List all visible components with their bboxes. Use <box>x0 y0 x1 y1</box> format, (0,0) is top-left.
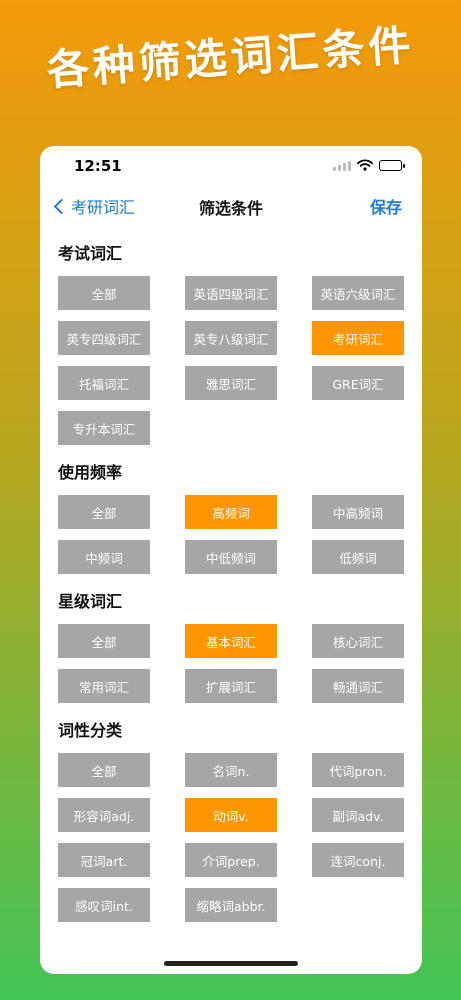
wifi-icon <box>357 159 373 171</box>
filter-option[interactable]: 托福词汇 <box>58 366 150 400</box>
cellular-signal-icon <box>333 160 351 171</box>
save-button[interactable]: 保存 <box>370 194 402 218</box>
status-time: 12:51 <box>74 157 122 175</box>
filter-option[interactable]: 全部 <box>58 753 150 787</box>
filter-option[interactable]: 感叹词int. <box>58 888 150 922</box>
filter-list: 考试词汇 全部 英语四级词汇 英语六级词汇英专四级词汇 英专八级词汇 考研词汇托福词汇 雅… <box>58 242 404 938</box>
navigation-bar: 考研词汇 筛选条件 保存 <box>40 190 422 222</box>
section-exam: 考试词汇 全部 英语四级词汇 英语六级词汇英专四级词汇 英专八级词汇 考研词汇托福词汇 雅… <box>58 242 404 445</box>
filter-option[interactable]: 英语四级词汇 <box>185 276 277 310</box>
filter-option[interactable]: 英专八级词汇 <box>185 321 277 355</box>
section-part-of-speech: 词性分类 全部 名词n. 代词pron. 形容词adj. 动词v. 副词adv. 冠词art… <box>58 719 404 922</box>
filter-option[interactable]: 连词conj. <box>312 843 404 877</box>
filter-option[interactable]: 副词adv. <box>312 798 404 832</box>
filter-option[interactable]: 中高频词 <box>312 495 404 529</box>
filter-option[interactable]: 中低频词 <box>185 540 277 574</box>
filter-option[interactable]: 冠词art. <box>58 843 150 877</box>
option-grid: 全部 英语四级词汇 英语六级词汇英专四级词汇 英专八级词汇 考研词汇托福词汇 雅思词汇 GR… <box>58 276 404 445</box>
option-grid: 全部 基本词汇 核心词汇常用词汇 扩展词汇 畅通词汇 <box>58 624 404 703</box>
filter-option[interactable]: 常用词汇 <box>58 669 150 703</box>
filter-option[interactable]: 动词v. <box>185 798 277 832</box>
filter-option[interactable]: 全部 <box>58 495 150 529</box>
option-grid: 全部 名词n. 代词pron. 形容词adj. 动词v. 副词adv. 冠词art. 介词pr… <box>58 753 404 922</box>
filter-option[interactable]: 全部 <box>58 276 150 310</box>
section-title: 词性分类 <box>58 721 123 740</box>
status-bar: 12:51 <box>40 146 422 186</box>
option-grid: 全部 高频词 中高频词中频词 中低频词 低频词 <box>58 495 404 574</box>
battery-icon <box>379 159 405 171</box>
page-title: 筛选条件 <box>198 199 263 218</box>
filter-option[interactable]: 低频词 <box>312 540 404 574</box>
section-frequency: 使用频率 全部 高频词 中高频词中频词 中低频词 低频词 <box>58 461 404 574</box>
filter-option[interactable]: 英语六级词汇 <box>312 276 404 310</box>
promo-headline: 各种筛选词汇条件 <box>45 20 416 95</box>
status-icons <box>333 159 405 171</box>
filter-option[interactable]: GRE词汇 <box>312 366 404 400</box>
home-indicator <box>164 961 298 966</box>
filter-option[interactable]: 代词pron. <box>312 753 404 787</box>
section-title: 星级词汇 <box>58 592 123 611</box>
filter-option[interactable]: 中频词 <box>58 540 150 574</box>
filter-option[interactable]: 介词prep. <box>185 843 277 877</box>
filter-option[interactable]: 缩略词abbr. <box>185 888 277 922</box>
filter-option[interactable]: 高频词 <box>185 495 277 529</box>
filter-option[interactable]: 扩展词汇 <box>185 669 277 703</box>
section-star-level: 星级词汇 全部 基本词汇 核心词汇常用词汇 扩展词汇 畅通词汇 <box>58 590 404 703</box>
filter-option[interactable]: 全部 <box>58 624 150 658</box>
filter-option[interactable]: 专升本词汇 <box>58 411 150 445</box>
filter-option[interactable]: 英专四级词汇 <box>58 321 150 355</box>
filter-option[interactable]: 雅思词汇 <box>185 366 277 400</box>
section-title: 考试词汇 <box>58 244 123 263</box>
filter-option[interactable]: 形容词adj. <box>58 798 150 832</box>
filter-option[interactable]: 考研词汇 <box>312 321 404 355</box>
filter-option[interactable]: 基本词汇 <box>185 624 277 658</box>
filter-option[interactable]: 畅通词汇 <box>312 669 404 703</box>
phone-screen: 12:51 考研词汇 筛选条件 保存 考试词汇 全部 英语四级词汇 英语六级词汇英专… <box>40 146 422 974</box>
filter-option[interactable]: 名词n. <box>185 753 277 787</box>
filter-option[interactable]: 核心词汇 <box>312 624 404 658</box>
section-title: 使用频率 <box>58 463 123 482</box>
